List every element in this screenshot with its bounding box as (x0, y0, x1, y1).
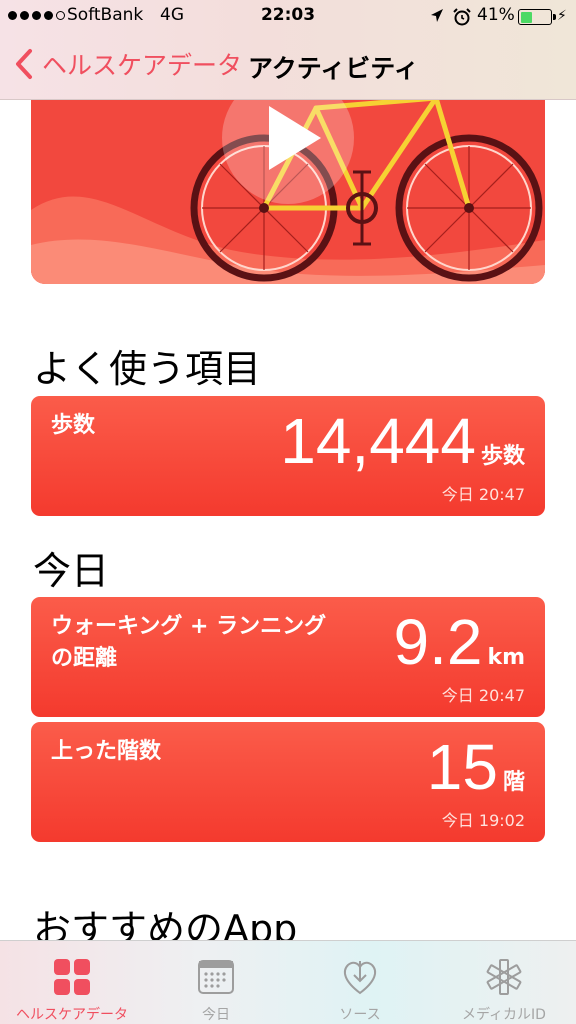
battery-percent: 41% (477, 5, 515, 25)
recommended-apps-title: おすすめのApp (33, 907, 298, 940)
chevron-left-icon (16, 49, 32, 79)
content-scroll[interactable]: よく使う項目 歩数 14,444 歩数 今日 20:47 今日 ウォーキング +… (0, 0, 576, 940)
distance-label: ウォーキング + ランニング の距離 (51, 611, 326, 675)
favorites-title: よく使う項目 (33, 347, 262, 391)
tab-medical-id[interactable]: メディカルID (432, 941, 576, 1024)
tab-label: メディカルID (462, 1007, 546, 1023)
back-label: ヘルスケアデータ (42, 51, 243, 80)
tab-today[interactable]: 今日 (144, 941, 288, 1024)
distance-value: 9.2 (393, 606, 483, 678)
page-title: アクティビティ (248, 54, 419, 83)
steps-value: 14,444 (280, 405, 476, 477)
back-button[interactable]: ヘルスケアデータ (10, 46, 242, 82)
navigation-bar: ヘルスケアデータ アクティビティ (0, 32, 576, 100)
steps-value-group: 14,444 歩数 (280, 404, 525, 478)
floors-value: 15 (426, 731, 498, 803)
floors-unit: 階 (502, 770, 525, 795)
distance-card[interactable]: ウォーキング + ランニング の距離 9.2 km 今日 20:47 (31, 597, 545, 717)
steps-unit: 歩数 (480, 444, 525, 469)
steps-timestamp: 今日 20:47 (441, 485, 525, 504)
floors-value-group: 15 階 (427, 730, 525, 804)
distance-unit: km (487, 645, 525, 670)
calendar-icon (198, 960, 234, 994)
steps-card[interactable]: 歩数 14,444 歩数 今日 20:47 (31, 396, 545, 516)
top-bar: SoftBank 4G 22:03 41% ⚡ ヘルスケアデータ アクティビティ (0, 0, 576, 100)
heart-download-icon (343, 961, 377, 995)
distance-label-line1: ウォーキング + ランニング (51, 614, 327, 639)
location-arrow-icon (431, 9, 443, 22)
grid-icon (54, 959, 90, 995)
distance-timestamp: 今日 20:47 (441, 686, 525, 705)
distance-value-group: 9.2 km (393, 605, 525, 679)
alarm-clock-icon (453, 8, 471, 26)
floors-label: 上った階数 (51, 739, 162, 764)
steps-label: 歩数 (51, 413, 96, 438)
today-title: 今日 (33, 549, 110, 593)
floors-card[interactable]: 上った階数 15 階 今日 19:02 (31, 722, 545, 842)
status-bar: SoftBank 4G 22:03 41% ⚡ (0, 0, 576, 32)
floors-timestamp: 今日 19:02 (441, 811, 525, 830)
battery-icon (518, 9, 552, 25)
tab-label: ソース (339, 1007, 381, 1023)
distance-label-line2: の距離 (51, 646, 118, 671)
tab-label: 今日 (202, 1007, 230, 1023)
tab-label: ヘルスケアデータ (16, 1007, 128, 1023)
charging-bolt-icon: ⚡ (557, 8, 567, 24)
medical-star-icon (486, 959, 522, 995)
tab-bar: ヘルスケアデータ 今日 ソース メディカルID (0, 940, 576, 1024)
tab-sources[interactable]: ソース (288, 941, 432, 1024)
tab-health-data[interactable]: ヘルスケアデータ (0, 941, 144, 1024)
